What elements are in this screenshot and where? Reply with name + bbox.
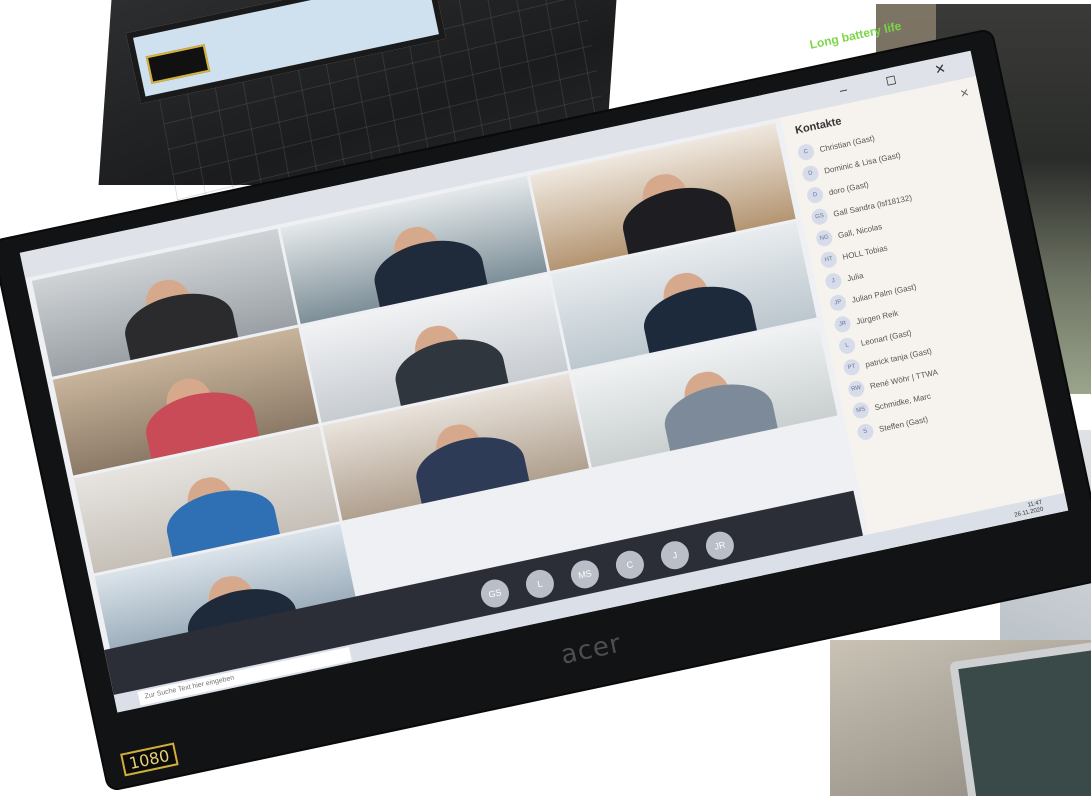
photo-scene: Long battery life – ◻ ✕ GS L MS C J JR ✕…	[0, 0, 1091, 796]
contact-avatar: J	[823, 271, 843, 291]
contact-avatar: S	[855, 422, 875, 442]
contact-name: HOLL Tobias	[841, 242, 889, 262]
participant-avatar[interactable]: L	[523, 567, 557, 601]
participant-avatar[interactable]: J	[658, 538, 692, 572]
participant-avatar[interactable]: C	[613, 548, 647, 582]
contact-avatar: HT	[819, 250, 839, 270]
contact-name: Steffen (Gast)	[878, 414, 929, 434]
contact-avatar: D	[805, 185, 825, 205]
contact-avatar: RW	[846, 379, 866, 399]
background-desk-photo	[830, 639, 1091, 796]
contact-avatar: GS	[810, 207, 830, 227]
contact-avatar: L	[837, 336, 857, 356]
contact-avatar: PT	[842, 357, 862, 377]
acer-logo: acer	[558, 628, 625, 671]
participant-avatar[interactable]: MS	[568, 557, 602, 591]
contact-avatar: JR	[833, 314, 853, 334]
contact-name: Gall, Nicolas	[837, 221, 883, 240]
contact-name: Julia	[846, 270, 865, 283]
taskbar-clock: 11:47 26.11.2020	[1012, 500, 1044, 520]
contact-avatar: MS	[851, 400, 871, 420]
background-laptop	[949, 639, 1091, 796]
contact-avatar: D	[801, 164, 821, 184]
contact-name: doro (Gast)	[827, 179, 870, 197]
participant-avatar[interactable]: GS	[478, 576, 512, 611]
full-hd-badge: 1080	[120, 742, 179, 777]
participant-avatar[interactable]: JR	[703, 529, 737, 563]
contact-avatar: NG	[814, 228, 834, 248]
contact-name: Jürgen Reik	[855, 308, 899, 326]
contact-avatar: JP	[828, 293, 848, 313]
contact-avatar: C	[796, 142, 816, 162]
